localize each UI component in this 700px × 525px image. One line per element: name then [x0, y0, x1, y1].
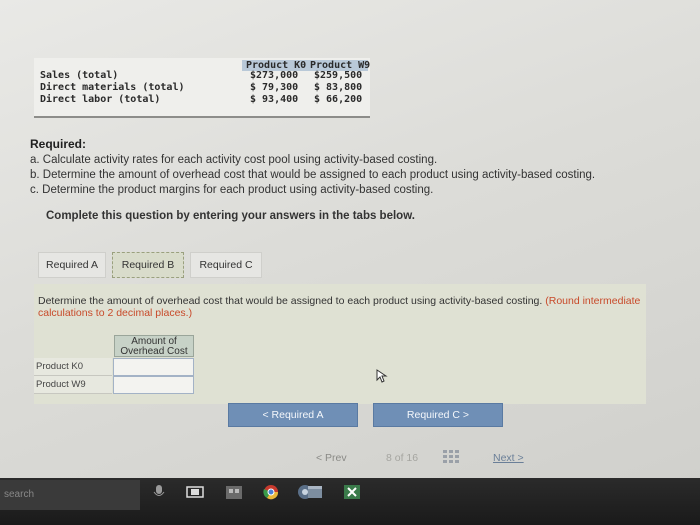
- required-item-a: a. Calculate activity rates for each act…: [30, 154, 438, 166]
- overhead-w9-input[interactable]: [113, 376, 194, 394]
- cell-sales-w9: $259,500: [314, 70, 363, 81]
- row-label-sales: Sales (total): [40, 70, 119, 81]
- chrome-icon[interactable]: [262, 484, 280, 500]
- overhead-column-header: Amount of Overhead Cost: [114, 335, 194, 357]
- next-page-link[interactable]: Next >: [493, 452, 524, 464]
- required-heading: Required:: [30, 137, 87, 151]
- cell-sales-k0: $273,000: [250, 70, 299, 81]
- required-item-b: b. Determine the amount of overhead cost…: [30, 169, 596, 181]
- instruction-text: Determine the amount of overhead cost th…: [38, 295, 543, 307]
- product-w9-label: Product W9: [34, 376, 112, 394]
- cell-materials-k0: $ 79,300: [250, 82, 299, 93]
- calendar-app-icon[interactable]: [306, 484, 324, 500]
- cell-materials-w9: $ 83,800: [314, 82, 363, 93]
- cell-labor-k0: $ 93,400: [250, 94, 299, 105]
- store-icon[interactable]: [225, 484, 243, 500]
- header-line-2: Overhead Cost: [120, 346, 188, 357]
- cell-labor-w9: $ 66,200: [314, 94, 363, 105]
- cost-data-table: Product K0 Product W9 Sales (total) $273…: [34, 58, 370, 118]
- overhead-k0-input[interactable]: [113, 358, 194, 376]
- microphone-icon[interactable]: [150, 484, 168, 500]
- required-item-c: c. Determine the product margins for eac…: [30, 184, 434, 196]
- page-indicator: 8 of 16: [386, 452, 419, 464]
- grid-menu-icon[interactable]: [443, 450, 459, 464]
- complete-instructions: Complete this question by entering your …: [46, 210, 415, 222]
- task-view-icon[interactable]: [186, 484, 204, 500]
- row-label-labor: Direct labor (total): [40, 94, 161, 105]
- tab-instruction: Determine the amount of overhead cost th…: [38, 295, 658, 319]
- taskbar-search[interactable]: search: [0, 480, 140, 510]
- next-required-button[interactable]: Required C >: [373, 403, 503, 427]
- row-label-materials: Direct materials (total): [40, 82, 185, 93]
- tab-required-a[interactable]: Required A: [38, 252, 106, 278]
- tab-required-b[interactable]: Required B: [112, 252, 184, 278]
- mouse-cursor-icon: [376, 369, 388, 383]
- tab-required-c[interactable]: Required C: [190, 252, 262, 278]
- prev-required-button[interactable]: < Required A: [228, 403, 358, 427]
- excel-icon[interactable]: [343, 484, 361, 500]
- product-k0-label: Product K0: [34, 358, 112, 376]
- prev-page-link[interactable]: < Prev: [316, 452, 347, 464]
- homework-page: Product K0 Product W9 Sales (total) $273…: [0, 0, 700, 478]
